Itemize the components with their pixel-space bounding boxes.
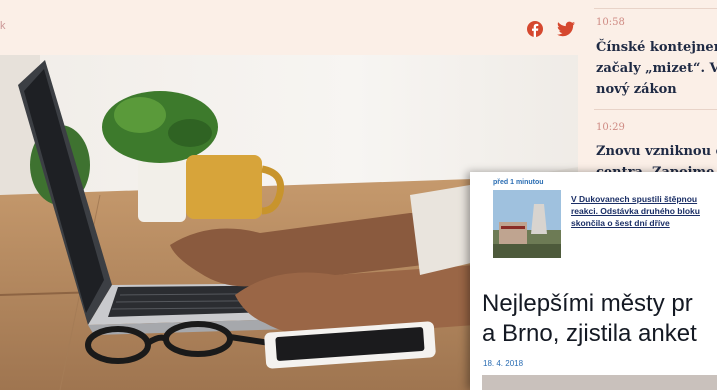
news-time: 10:29 (596, 122, 625, 133)
latest-news-feed: 10:58 Čínské kontejner začaly „mizet“. V… (578, 0, 717, 175)
story-link[interactable]: V Dukovanech spustili štěpnou reakci. Od… (571, 193, 701, 229)
article-date: 18. 4. 2018 (483, 359, 524, 368)
power-plant-photo (493, 190, 561, 258)
header-fragment-text: k (0, 20, 6, 32)
article-header-bar: k (0, 0, 590, 55)
article-image-preview (482, 375, 717, 390)
story-thumbnail[interactable] (493, 190, 561, 258)
feed-divider (594, 109, 717, 110)
feed-divider (594, 8, 717, 9)
news-popup-panel: před 1 minutou V Dukovanech spustili ště… (470, 172, 717, 390)
twitter-icon[interactable] (557, 21, 575, 37)
news-time: 10:58 (596, 17, 625, 28)
story-age-label: před 1 minutou (493, 179, 544, 186)
facebook-icon[interactable] (527, 21, 543, 37)
news-headline[interactable]: Znovu vzniknou č centra. Zapojme (596, 141, 717, 175)
news-headline[interactable]: Čínské kontejner začaly „mizet“. Vi nový… (596, 37, 717, 100)
article-headline[interactable]: Nejlepšími městy pr a Brno, zjistila ank… (482, 289, 717, 349)
